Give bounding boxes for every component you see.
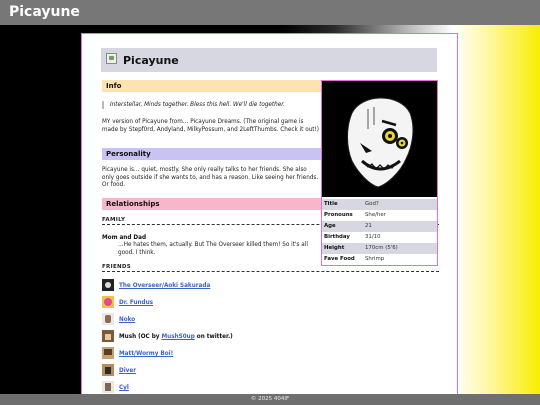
friend-name: Mush (OC by bbox=[119, 334, 162, 340]
profile-row-birthday: Birthday 31/10 bbox=[322, 232, 437, 243]
relationships-heading: Relationships bbox=[102, 198, 322, 210]
family-member-name: Mom and Dad bbox=[102, 235, 147, 241]
avatar bbox=[102, 330, 114, 342]
personality-heading: Personality bbox=[102, 148, 322, 160]
profile-value: 21 bbox=[365, 223, 372, 229]
friend-link[interactable]: Noko bbox=[119, 317, 135, 323]
profile-sidebar: Title God? Pronouns She/her Age 21 Birth… bbox=[321, 80, 438, 266]
avatar bbox=[102, 313, 114, 325]
friend-link[interactable]: Matt/Wormy Boi! bbox=[119, 351, 173, 357]
profile-key: Title bbox=[324, 201, 338, 207]
site-title[interactable]: Picayune bbox=[9, 4, 80, 20]
avatar bbox=[102, 296, 114, 308]
avatar bbox=[102, 364, 114, 376]
profile-key: Pronouns bbox=[324, 212, 353, 218]
profile-key: Height bbox=[324, 245, 345, 251]
profile-row-height: Height 170cm (5'6) bbox=[322, 243, 437, 254]
broken-image-icon bbox=[106, 53, 117, 64]
friends-divider bbox=[102, 271, 439, 272]
family-member-text: …He hates them, actually. But The Overse… bbox=[118, 242, 308, 256]
profile-row-pronouns: Pronouns She/her bbox=[322, 210, 437, 221]
friend-link[interactable]: Cyl bbox=[119, 385, 129, 391]
avatar bbox=[102, 347, 114, 359]
info-intro: MY version of Picayune from… Picayune Dr… bbox=[102, 119, 320, 133]
character-face-image bbox=[322, 81, 437, 197]
profile-page: Picayune Info Interstellar, Minds togeth… bbox=[81, 33, 458, 405]
friend-name-suffix: on twitter.) bbox=[194, 334, 233, 340]
profile-row-age: Age 21 bbox=[322, 221, 437, 232]
twitter-link[interactable]: MushS0up bbox=[161, 334, 194, 340]
profile-value: 170cm (5'6) bbox=[365, 245, 398, 251]
profile-key: Birthday bbox=[324, 234, 350, 240]
friend-link[interactable]: Dr. Fundus bbox=[119, 300, 153, 306]
friend-link[interactable]: Diver bbox=[119, 368, 136, 374]
page-title: Picayune bbox=[123, 54, 179, 67]
profile-value: God? bbox=[365, 201, 379, 207]
profile-row-fave-food: Fave Food Shrimp bbox=[322, 254, 437, 265]
personality-text: Picayune is… quiet, mostly. She only rea… bbox=[102, 167, 319, 189]
profile-key: Age bbox=[324, 223, 336, 229]
profile-key: Fave Food bbox=[324, 256, 355, 262]
page-title-box: Picayune bbox=[101, 48, 437, 72]
info-heading: Info bbox=[102, 80, 322, 92]
profile-value: She/her bbox=[365, 212, 386, 218]
avatar bbox=[102, 279, 114, 291]
profile-value: Shrimp bbox=[365, 256, 385, 262]
profile-info-table: Title God? Pronouns She/her Age 21 Birth… bbox=[322, 199, 437, 265]
footer-copyright: © 2025 404IF bbox=[250, 396, 290, 402]
top-bar: Picayune bbox=[0, 0, 540, 25]
avatar bbox=[102, 381, 114, 393]
character-portrait bbox=[322, 81, 437, 197]
profile-value: 31/10 bbox=[365, 234, 381, 240]
profile-row-title: Title God? bbox=[322, 199, 437, 210]
friend-link[interactable]: The Overseer/Aoki Sakurada bbox=[119, 283, 210, 289]
info-quote: Interstellar, Minds together. Bless this… bbox=[102, 101, 320, 109]
footer: © 2025 404IF bbox=[0, 394, 540, 405]
